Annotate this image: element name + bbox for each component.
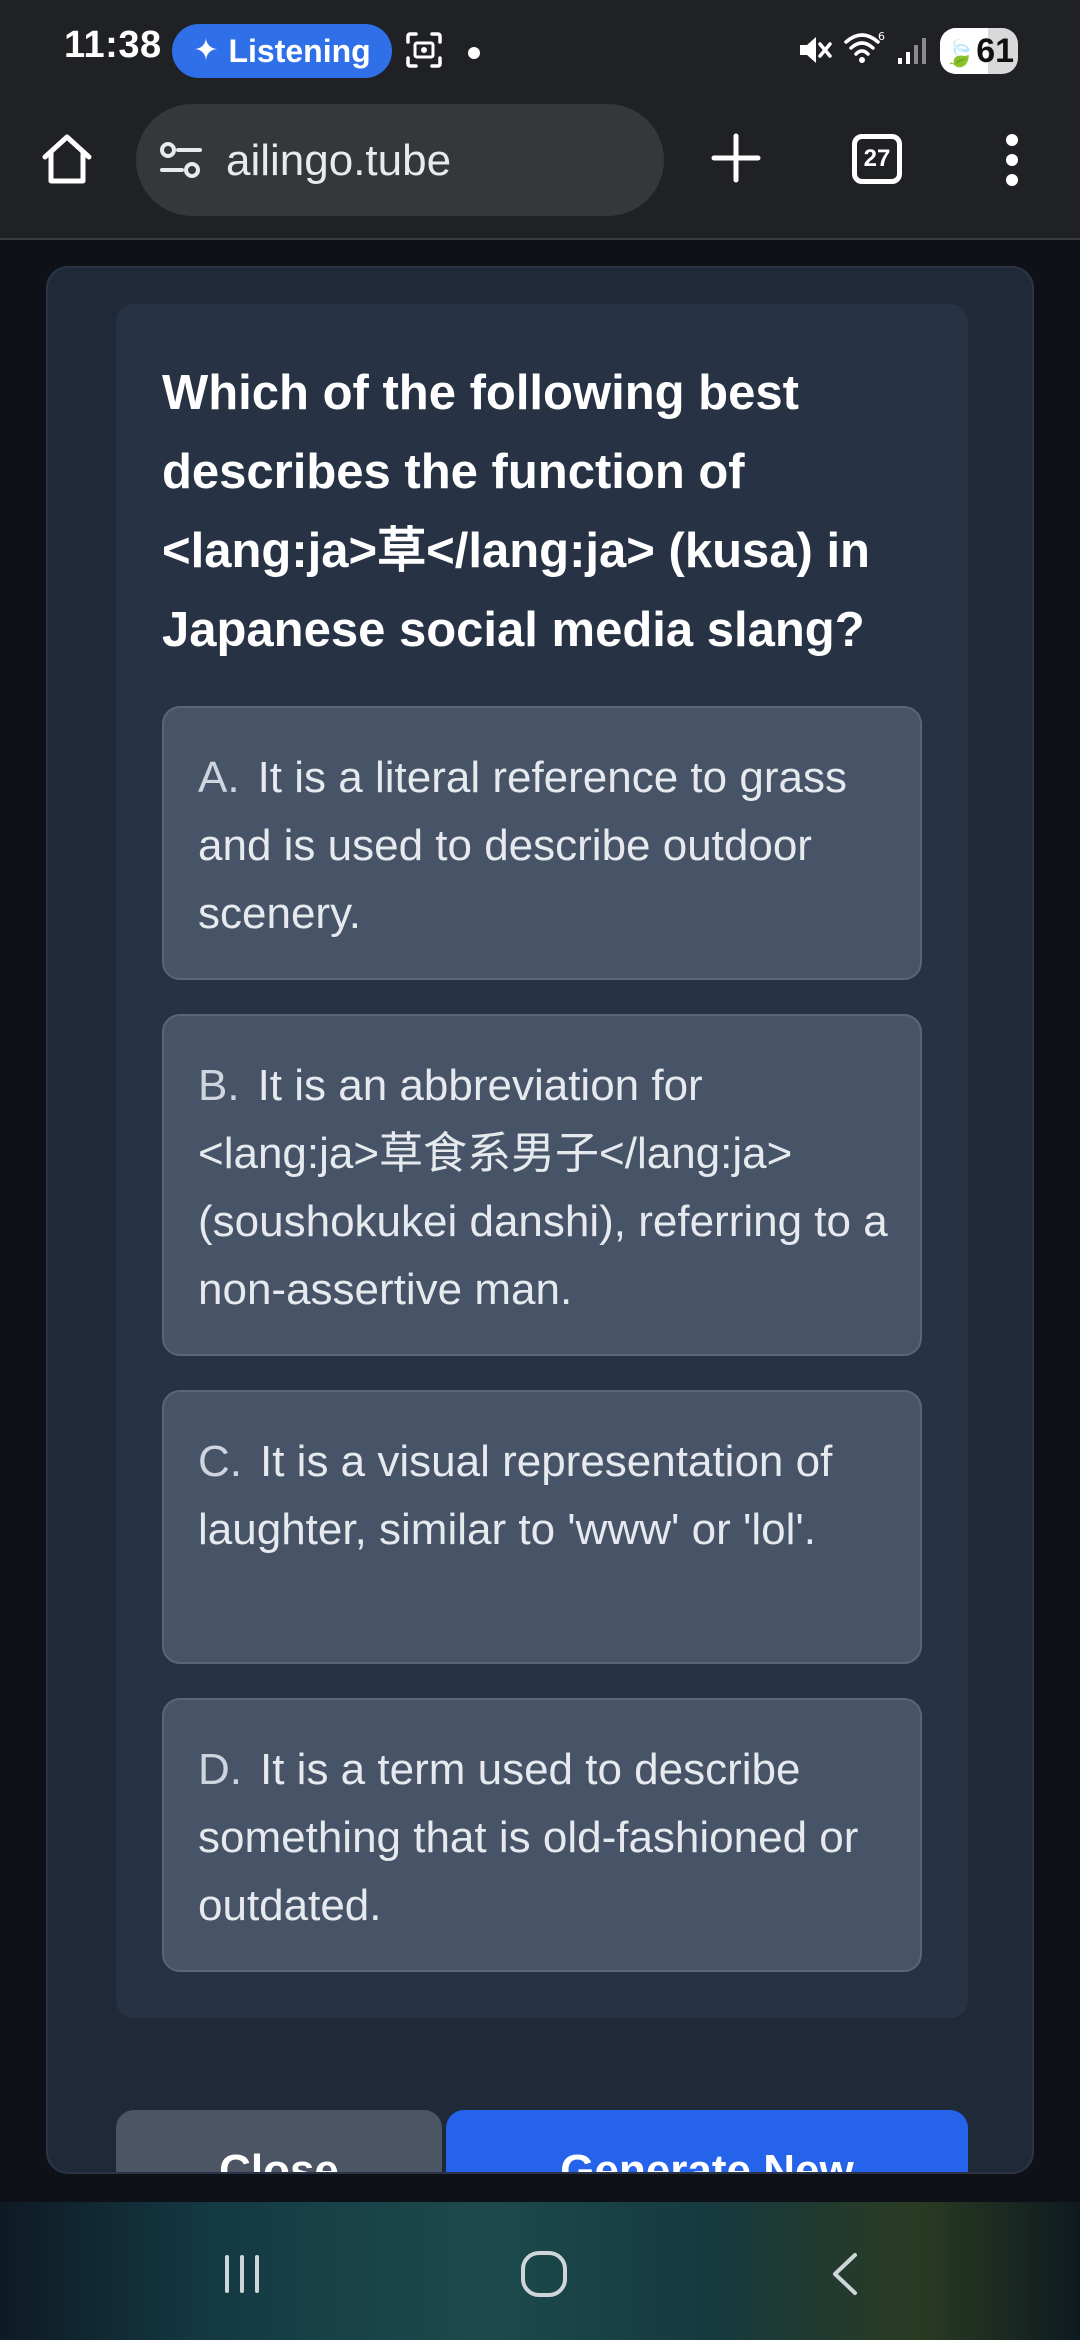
battery-level-text: 61	[976, 32, 1015, 70]
option-text: It is a term used to describe something …	[198, 1745, 859, 1930]
web-page: Which of the following best describes th…	[0, 240, 1080, 2202]
notification-dot-icon	[468, 47, 480, 59]
quiz-option-b[interactable]: B. It is an abbreviation for <lang:ja>草食系…	[162, 1014, 922, 1356]
browser-toolbar: ailingo.tube 27	[0, 100, 1080, 240]
wifi-icon: 6	[842, 28, 886, 73]
option-text: It is a literal reference to grass and i…	[198, 753, 847, 938]
quiz-option-a[interactable]: A. It is a literal reference to grass and…	[162, 706, 922, 980]
back-chevron-icon	[821, 2249, 871, 2304]
plus-icon	[710, 132, 762, 189]
address-bar[interactable]: ailingo.tube	[136, 104, 664, 216]
more-menu-button[interactable]	[1000, 132, 1024, 188]
quiz-modal: Which of the following best describes th…	[46, 266, 1034, 2174]
screenshot-icon	[404, 30, 444, 75]
option-text: It is an abbreviation for <lang:ja>草食系男子…	[198, 1061, 888, 1314]
listening-indicator[interactable]: ✦ Listening	[172, 24, 392, 78]
svg-text:6: 6	[878, 30, 885, 43]
battery-indicator: 🍃61	[940, 28, 1018, 74]
status-time: 11:38	[64, 24, 162, 66]
option-text: It is a visual representation of laughte…	[198, 1437, 833, 1554]
url-text: ailingo.tube	[226, 136, 452, 185]
tune-icon[interactable]	[158, 140, 204, 185]
tab-switcher-button[interactable]: 27	[852, 134, 902, 184]
mute-icon	[796, 30, 832, 75]
option-letter: D.	[198, 1745, 242, 1794]
nav-home-button[interactable]	[514, 2246, 574, 2306]
recents-icon	[217, 2249, 267, 2304]
status-bar: 11:38 ✦ Listening 6 🍃61	[0, 0, 1080, 100]
signal-icon	[896, 34, 930, 71]
battery-saver-icon: 🍃	[943, 38, 977, 68]
home-button[interactable]	[36, 130, 98, 192]
system-nav-bar	[0, 2202, 1080, 2340]
battery-level: 🍃61	[940, 32, 1018, 71]
new-tab-button[interactable]	[706, 130, 766, 190]
close-button[interactable]: Close	[116, 2110, 442, 2172]
home-icon	[37, 129, 97, 194]
quiz-option-c[interactable]: C. It is a visual representation of laugh…	[162, 1390, 922, 1664]
listening-label: Listening	[228, 32, 371, 69]
quiz-card: Which of the following best describes th…	[116, 304, 968, 2018]
generate-new-button[interactable]: Generate New	[446, 2110, 968, 2172]
nav-home-icon	[518, 2248, 570, 2305]
option-letter: C.	[198, 1437, 242, 1486]
quiz-option-d[interactable]: D. It is a term used to describe somethin…	[162, 1698, 922, 1972]
back-button[interactable]	[816, 2246, 876, 2306]
option-letter: B.	[198, 1061, 240, 1110]
more-vert-icon	[1000, 134, 1024, 192]
quiz-question: Which of the following best describes th…	[162, 366, 870, 657]
sparkle-icon: ✦	[193, 34, 219, 67]
tab-count: 27	[863, 145, 891, 172]
screen: 11:38 ✦ Listening 6 🍃61 ailingo.tube 27 …	[0, 0, 1080, 2340]
recents-button[interactable]	[212, 2246, 272, 2306]
option-letter: A.	[198, 753, 240, 802]
